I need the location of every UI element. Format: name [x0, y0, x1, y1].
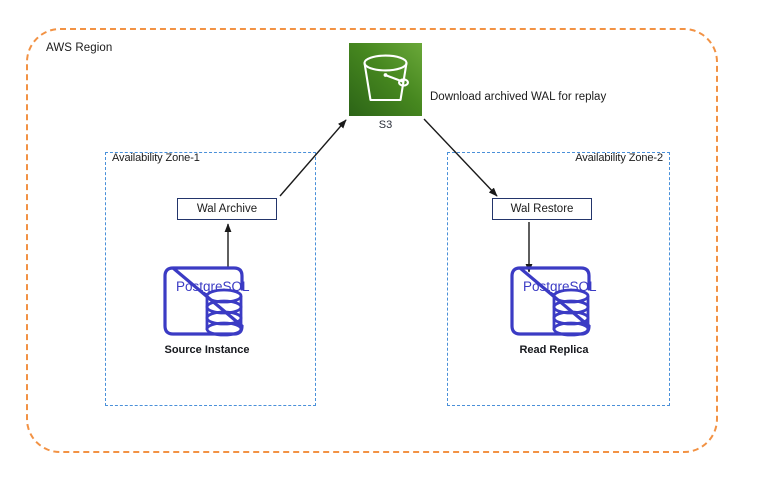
availability-zone-1-label: Availability Zone-1 [112, 152, 200, 164]
postgresql-icon-source: PostgreSQL [163, 266, 250, 337]
availability-zone-2-label: Availability Zone-2 [575, 152, 663, 164]
wal-archive-label: Wal Archive [196, 203, 258, 215]
postgresql-icon-replica: PostgreSQL [510, 266, 597, 337]
wal-restore-node[interactable]: Wal Restore [492, 198, 592, 220]
read-replica-caption: Read Replica [519, 344, 589, 356]
download-wal-edge-label: Download archived WAL for replay [430, 91, 607, 103]
source-instance-caption: Source Instance [164, 344, 250, 356]
aws-region-label: AWS Region [46, 42, 113, 54]
wal-archive-node[interactable]: Wal Archive [177, 198, 277, 220]
wal-restore-label: Wal Restore [510, 203, 574, 215]
diagram-canvas: AWS Region Availability Zone-1 Availabil… [0, 0, 772, 503]
s3-bucket-icon [349, 43, 422, 116]
s3-label: S3 [378, 119, 393, 131]
